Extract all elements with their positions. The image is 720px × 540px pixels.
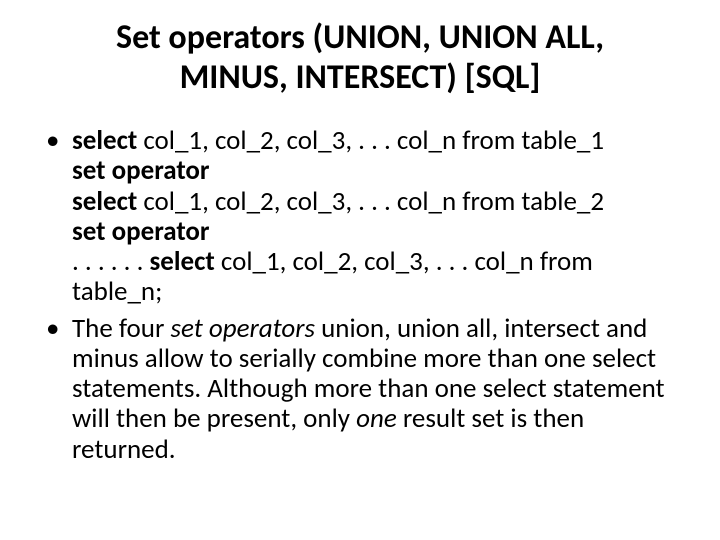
slide-body: select col_1, col_2, col_3, . . . col_n … <box>40 126 680 465</box>
expl-part-1: The four <box>72 312 171 345</box>
title-line-1: Set operators (UNION, UNION ALL, <box>116 17 604 58</box>
set-operator-1: set operator <box>72 156 680 186</box>
expl-set-operators: set operators <box>171 312 322 345</box>
select-1-rest: col_1, col_2, col_3, . . . col_n from ta… <box>143 124 604 157</box>
ellipsis-dots: . . . . . . <box>72 245 150 278</box>
select-n-line: . . . . . . select col_1, col_2, col_3, … <box>72 247 680 307</box>
select-2-line: select col_1, col_2, col_3, . . . col_n … <box>72 187 680 217</box>
slide: Set operators (UNION, UNION ALL, MINUS, … <box>0 0 720 540</box>
set-operator-2: set operator <box>72 217 680 247</box>
kw-select-2: select <box>72 185 143 218</box>
select-2-rest: col_1, col_2, col_3, . . . col_n from ta… <box>143 185 604 218</box>
expl-one: one <box>356 402 397 435</box>
bullet-syntax: select col_1, col_2, col_3, . . . col_n … <box>72 126 680 307</box>
title-line-2: MINUS, INTERSECT) [SQL] <box>180 57 541 98</box>
kw-select-3: select <box>150 245 221 278</box>
kw-select-1: select <box>72 124 143 157</box>
bullet-explanation: The four set operators union, union all,… <box>72 314 680 465</box>
slide-title: Set operators (UNION, UNION ALL, MINUS, … <box>40 18 680 98</box>
